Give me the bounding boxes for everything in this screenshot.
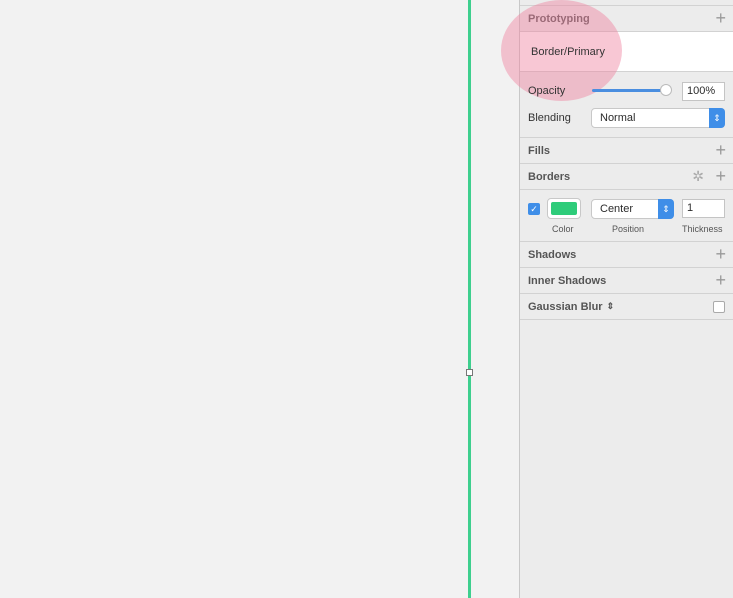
opacity-slider-thumb[interactable] [660, 84, 672, 96]
shadows-section: Shadows + [520, 242, 733, 268]
blending-select[interactable]: Normal ⇕ [591, 108, 725, 128]
add-border-icon[interactable]: + [715, 167, 726, 185]
opacity-slider[interactable] [592, 89, 666, 92]
borders-section: Borders ✲ + [520, 164, 733, 190]
border-color-swatch [551, 202, 577, 215]
add-shadow-icon[interactable]: + [715, 245, 726, 263]
add-inner-shadow-icon[interactable]: + [715, 271, 726, 289]
border-position-value: Center [600, 203, 634, 215]
border-thickness-input[interactable]: 1 [682, 199, 725, 218]
resize-handle[interactable] [466, 369, 473, 376]
thickness-label: Thickness [682, 224, 723, 234]
border-color-well[interactable] [547, 198, 581, 219]
border-enabled-checkbox[interactable]: ✓ [528, 203, 540, 215]
gaussian-blur-checkbox[interactable] [713, 301, 725, 313]
position-label: Position [612, 224, 645, 234]
chevron-updown-icon[interactable]: ⇕ [607, 301, 615, 312]
chevron-updown-icon: ⇕ [709, 108, 725, 128]
gaussian-blur-section: Gaussian Blur ⇕ [520, 294, 733, 320]
blending-value: Normal [600, 112, 636, 124]
add-fill-icon[interactable]: + [715, 141, 726, 159]
chevron-updown-icon: ⇕ [658, 199, 674, 219]
fills-section: Fills + [520, 138, 733, 164]
gear-icon[interactable]: ✲ [692, 168, 704, 185]
opacity-label: Opacity [528, 85, 566, 97]
selected-line-layer[interactable] [468, 0, 471, 598]
opacity-input[interactable]: 100% [682, 82, 725, 101]
layer-style-row[interactable]: Border/Primary [501, 0, 733, 101]
add-prototyping-icon[interactable]: + [715, 9, 726, 27]
blending-label: Blending [528, 112, 571, 124]
fills-title: Fills [528, 144, 551, 157]
blur-type-select[interactable]: Gaussian Blur [528, 301, 603, 313]
inner-shadows-section: Inner Shadows + [520, 268, 733, 294]
shadows-title: Shadows [528, 248, 577, 261]
border-position-select[interactable]: Center ⇕ [591, 199, 674, 219]
inner-shadows-title: Inner Shadows [528, 274, 607, 287]
color-label: Color [552, 224, 574, 234]
borders-title: Borders [528, 170, 571, 183]
layer-style-name: Border/Primary [531, 46, 605, 58]
canvas[interactable] [0, 0, 519, 598]
inspector-panel: Prototyping + Border/Primary Opacity 100… [501, 0, 733, 598]
